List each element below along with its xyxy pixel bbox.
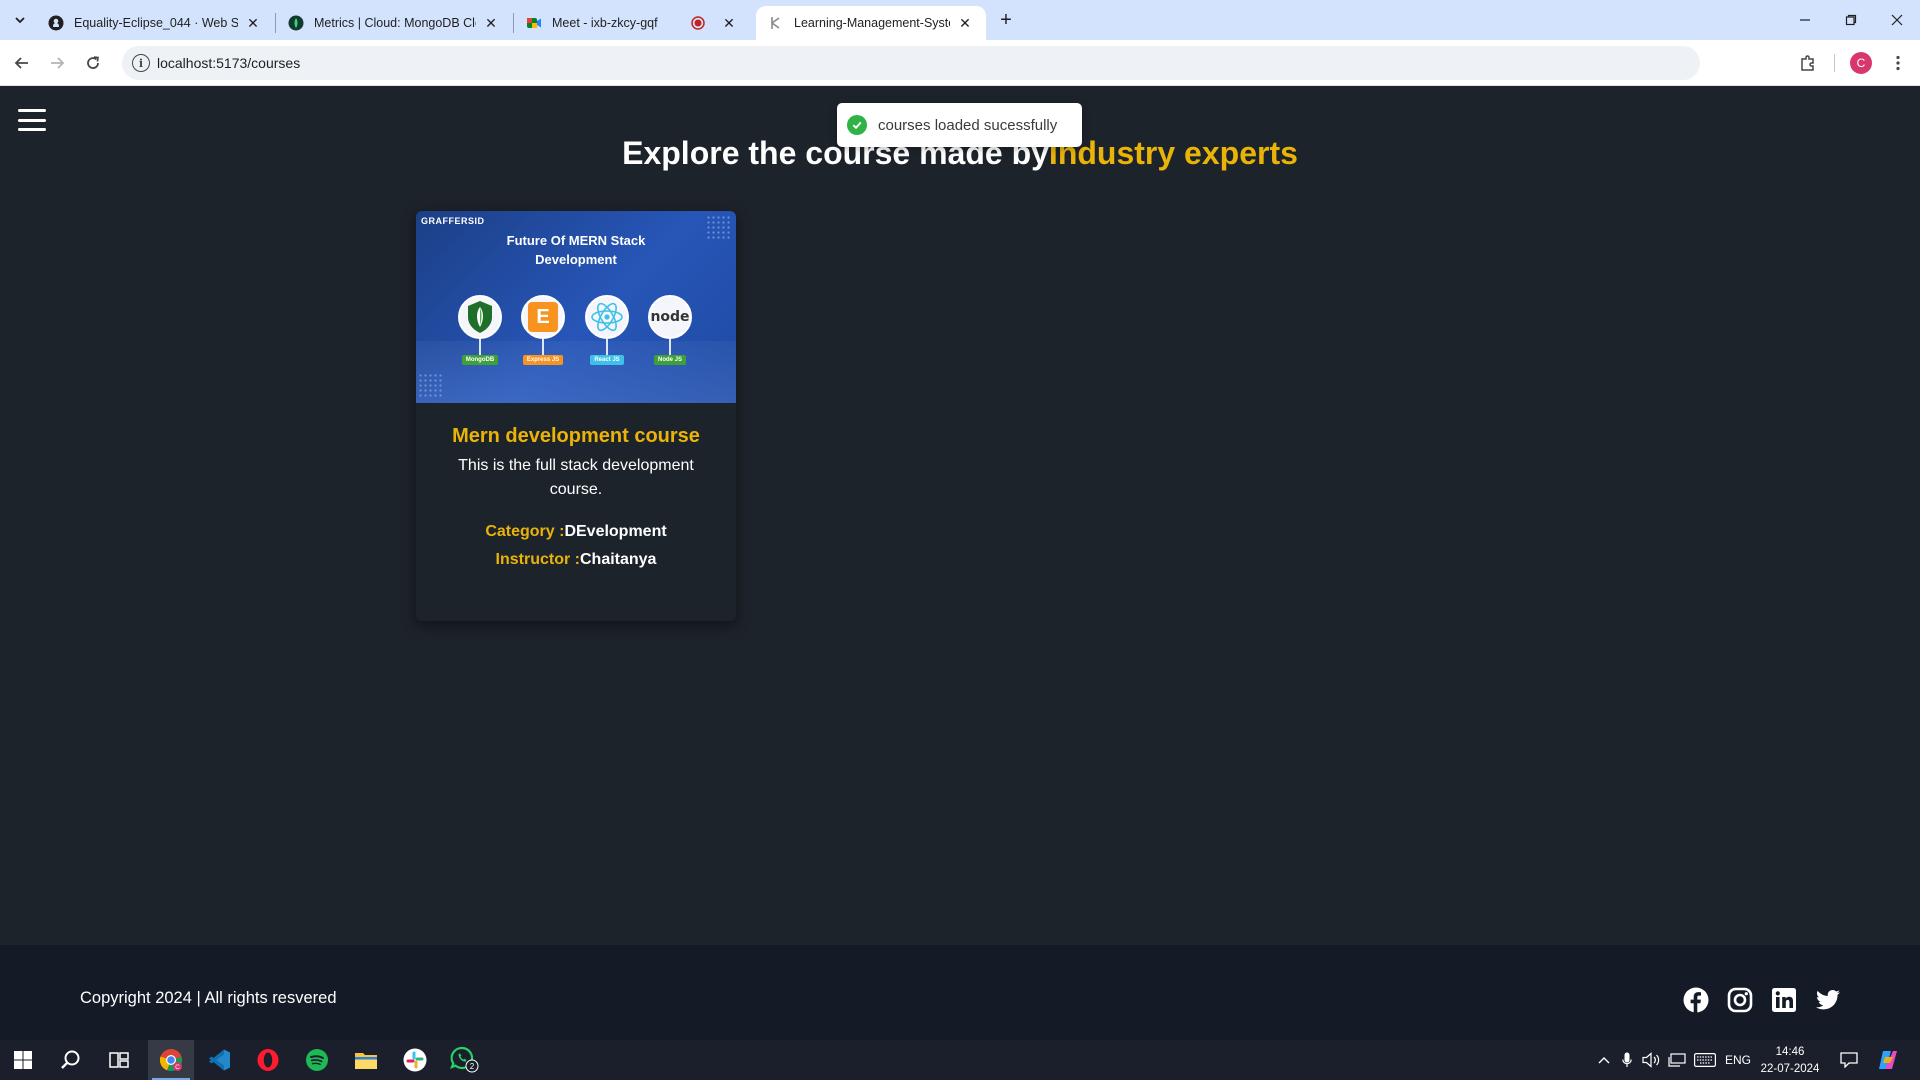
- vscode-icon[interactable]: [196, 1040, 242, 1080]
- thumbnail-title: Future Of MERN Stack Development: [416, 231, 736, 269]
- file-explorer-icon[interactable]: [343, 1040, 389, 1080]
- github-icon: [48, 15, 64, 31]
- express-icon: E: [521, 295, 565, 339]
- mongodb-icon: [288, 15, 304, 31]
- course-description: This is the full stack development cours…: [458, 457, 694, 498]
- whatsapp-badge: 2: [470, 1062, 475, 1071]
- forward-arrow-icon[interactable]: [43, 49, 71, 77]
- opera-icon[interactable]: [245, 1040, 291, 1080]
- category-value: DEvelopment: [564, 523, 667, 540]
- tab-meet[interactable]: Meet - ixb-zkcy-gqf ✕: [514, 6, 750, 40]
- tab-mongodb[interactable]: Metrics | Cloud: MongoDB Clou ✕: [276, 6, 512, 40]
- toolbar-divider: [1834, 54, 1835, 72]
- instructor-value: Chaitanya: [579, 551, 657, 568]
- tab-title: Meet - ixb-zkcy-gqf: [552, 16, 658, 30]
- meet-icon: [526, 15, 542, 31]
- toast-message: courses loaded sucessfully: [878, 116, 1058, 134]
- volume-icon[interactable]: [1640, 1040, 1662, 1080]
- microphone-icon[interactable]: [1617, 1040, 1637, 1080]
- page-content: Explore the course made byIndustry exper…: [0, 87, 1920, 945]
- tray-chevron-up-icon[interactable]: [1594, 1040, 1614, 1080]
- thumbnail-brand: GRAFFERSID: [421, 216, 485, 226]
- clock-date: 22-07-2024: [1760, 1063, 1820, 1075]
- network-icon[interactable]: [1666, 1040, 1688, 1080]
- close-icon[interactable]: ✕: [720, 14, 738, 32]
- tech-express: E Express JS: [520, 295, 566, 365]
- back-arrow-icon[interactable]: [8, 49, 36, 77]
- language-indicator[interactable]: ENG: [1722, 1040, 1754, 1080]
- course-thumbnail: GRAFFERSID Future Of MERN Stack Developm…: [416, 211, 736, 403]
- keyboard-icon[interactable]: [1692, 1040, 1718, 1080]
- mongodb-leaf-icon: [458, 295, 502, 339]
- tab-search-button[interactable]: [8, 8, 32, 32]
- tech-node: node Node JS: [647, 295, 693, 365]
- tech-react: React JS: [584, 295, 630, 365]
- system-clock[interactable]: 14:46 22-07-2024: [1754, 1044, 1826, 1078]
- tech-label: Node JS: [653, 355, 686, 365]
- restore-icon[interactable]: [1828, 0, 1874, 40]
- tab-title: Learning-Management-System: [794, 16, 950, 30]
- tech-mongodb: MongoDB: [457, 295, 503, 365]
- tech-label: MongoDB: [461, 355, 499, 365]
- profile-avatar[interactable]: C: [1850, 52, 1872, 74]
- footer: Copyright 2024 | All rights resvered: [0, 945, 1920, 1040]
- site-info-icon[interactable]: i: [132, 54, 150, 72]
- copyright-text: Copyright 2024 | All rights resvered: [80, 989, 337, 1007]
- windows-start-icon[interactable]: [0, 1040, 46, 1080]
- tech-label: Express JS: [522, 355, 564, 365]
- course-instructor: Instructor :Chaitanya: [416, 551, 736, 569]
- address-bar[interactable]: i localhost:5173/courses: [122, 46, 1700, 80]
- chrome-taskbar-icon[interactable]: C: [148, 1040, 194, 1080]
- close-icon[interactable]: ✕: [956, 14, 974, 32]
- recording-icon: [690, 15, 706, 31]
- search-icon[interactable]: [48, 1040, 94, 1080]
- close-window-icon[interactable]: [1874, 0, 1920, 40]
- url-text: localhost:5173/courses: [157, 55, 301, 71]
- react-atom-icon: [585, 295, 629, 339]
- category-label: Category :: [485, 523, 565, 540]
- reload-icon[interactable]: [79, 49, 107, 77]
- course-card[interactable]: GRAFFERSID Future Of MERN Stack Developm…: [416, 211, 736, 621]
- node-glyph: node: [650, 309, 690, 325]
- browser-tab-strip: Equality-Eclipse_044 · Web Ser ✕ Metrics…: [0, 0, 1920, 40]
- instagram-icon[interactable]: [1726, 986, 1754, 1014]
- extensions-puzzle-icon[interactable]: [1796, 51, 1820, 75]
- close-icon[interactable]: ✕: [482, 14, 500, 32]
- tab-github[interactable]: Equality-Eclipse_044 · Web Ser ✕: [36, 6, 274, 40]
- thumbnail-title-line1: Future Of MERN Stack: [506, 233, 646, 248]
- task-view-icon[interactable]: [96, 1040, 142, 1080]
- browser-toolbar: i localhost:5173/courses: [0, 40, 1920, 105]
- hamburger-menu-icon[interactable]: [18, 109, 46, 131]
- close-icon[interactable]: ✕: [244, 14, 262, 32]
- check-circle-icon: [847, 115, 867, 135]
- toast-notification: courses loaded sucessfully: [837, 103, 1082, 147]
- copilot-icon[interactable]: [1872, 1040, 1904, 1080]
- tab-learning-management-system[interactable]: Learning-Management-System ✕: [756, 6, 986, 40]
- clock-time: 14:46: [1775, 1046, 1805, 1058]
- kebab-menu-icon[interactable]: [1886, 51, 1910, 75]
- windows-taskbar: C 2 ENG 14:46 22-07-2024: [0, 1040, 1920, 1080]
- tech-label: React JS: [590, 355, 624, 365]
- minimize-icon[interactable]: [1782, 0, 1828, 40]
- course-category: Category :DEvelopment: [416, 523, 736, 541]
- slack-icon[interactable]: [392, 1040, 438, 1080]
- whatsapp-icon[interactable]: 2: [442, 1040, 488, 1080]
- page-icon: [768, 15, 784, 31]
- tab-title: Equality-Eclipse_044 · Web Ser: [74, 16, 238, 30]
- thumbnail-title-line2: Development: [535, 252, 617, 267]
- express-glyph: E: [528, 302, 558, 332]
- twitter-icon[interactable]: [1814, 986, 1842, 1014]
- node-icon: node: [648, 295, 692, 339]
- spotify-icon[interactable]: [294, 1040, 340, 1080]
- chevron-down-icon: [15, 17, 25, 24]
- notification-center-icon[interactable]: [1834, 1040, 1864, 1080]
- facebook-icon[interactable]: [1682, 986, 1710, 1014]
- tab-title: Metrics | Cloud: MongoDB Clou: [314, 16, 476, 30]
- instructor-label: Instructor :: [495, 551, 580, 568]
- linkedin-icon[interactable]: [1770, 986, 1798, 1014]
- new-tab-plus-icon[interactable]: +: [994, 8, 1018, 32]
- svg-text:C: C: [175, 1064, 180, 1071]
- heading-accent: Industry experts: [1048, 135, 1298, 171]
- course-title: Mern development course: [452, 425, 700, 447]
